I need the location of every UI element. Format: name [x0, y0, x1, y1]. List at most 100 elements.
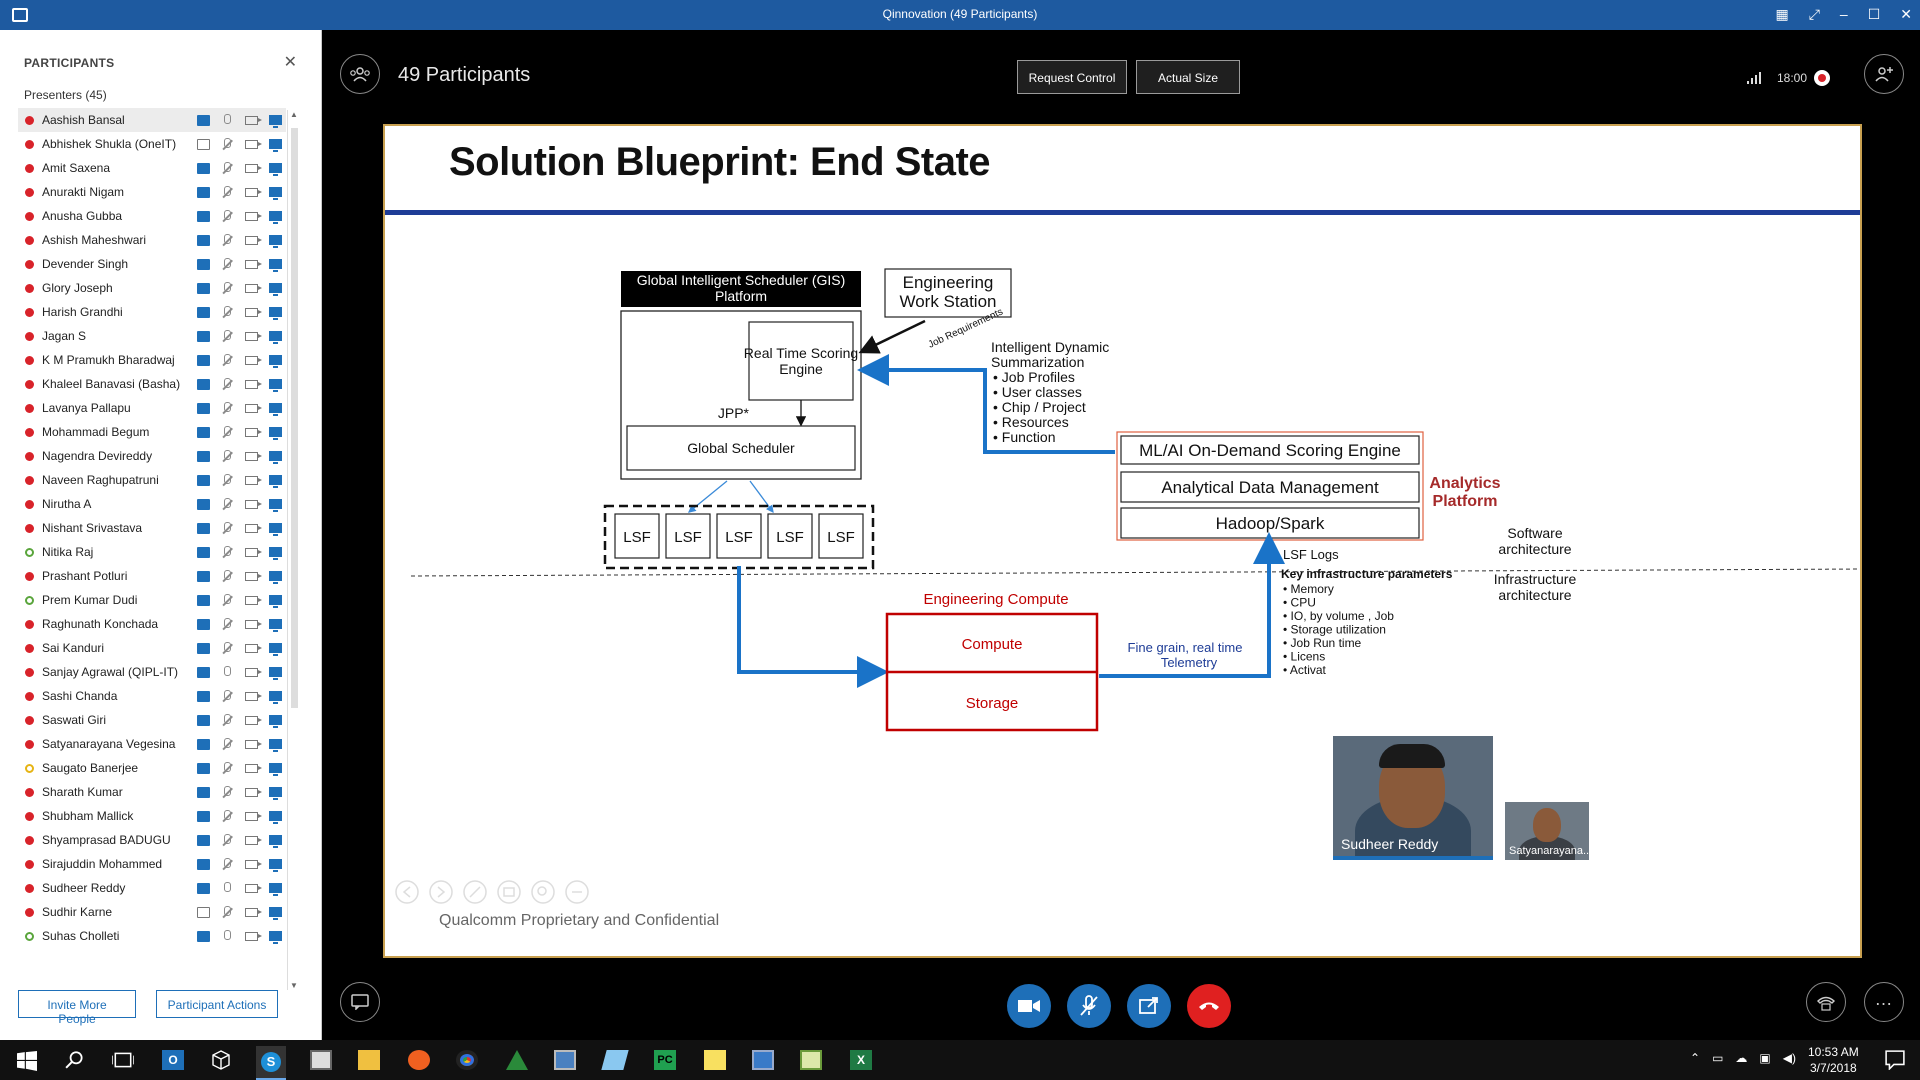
participant-row[interactable]: Aashish Bansal: [18, 108, 286, 132]
video-camera-icon[interactable]: [240, 545, 262, 559]
participant-row[interactable]: Mohammadi Begum: [18, 420, 286, 444]
microphone-icon[interactable]: [216, 161, 238, 175]
main-video-tile[interactable]: Sudheer Reddy: [1333, 736, 1493, 858]
screen-share-icon[interactable]: [264, 161, 286, 176]
participant-row[interactable]: Nagendra Devireddy: [18, 444, 286, 468]
microphone-icon[interactable]: [216, 785, 238, 799]
excel-icon[interactable]: X: [850, 1050, 872, 1070]
video-camera-icon[interactable]: [240, 593, 262, 607]
microphone-icon[interactable]: [216, 521, 238, 535]
request-control-button[interactable]: Request Control: [1017, 60, 1127, 94]
microphone-icon[interactable]: [216, 713, 238, 727]
video-camera-icon[interactable]: [240, 785, 262, 799]
chat-icon[interactable]: [192, 809, 214, 823]
more-options-icon[interactable]: …: [1864, 982, 1904, 1022]
screen-share-icon[interactable]: [264, 257, 286, 272]
volume-icon[interactable]: ◀): [1783, 1051, 1796, 1065]
microphone-icon[interactable]: [216, 329, 238, 343]
chat-icon[interactable]: [192, 665, 214, 679]
notepad-icon[interactable]: [800, 1050, 822, 1070]
app-orange-icon[interactable]: [408, 1050, 430, 1070]
fullscreen-icon[interactable]: ⤢: [1809, 6, 1820, 23]
participant-row[interactable]: Anusha Gubba: [18, 204, 286, 228]
chat-icon[interactable]: [192, 161, 214, 175]
video-camera-icon[interactable]: [240, 833, 262, 847]
participant-row[interactable]: Harish Grandhi: [18, 300, 286, 324]
network-icon[interactable]: ▣: [1759, 1051, 1770, 1065]
battery-icon[interactable]: ▭: [1712, 1051, 1723, 1065]
video-camera-icon[interactable]: [240, 113, 262, 127]
participant-row[interactable]: Glory Joseph: [18, 276, 286, 300]
participant-row[interactable]: Lavanya Pallapu: [18, 396, 286, 420]
skype-taskbar-item[interactable]: S: [256, 1046, 286, 1080]
video-camera-icon[interactable]: [240, 569, 262, 583]
call-controls-icon[interactable]: [1806, 982, 1846, 1022]
video-toggle-button[interactable]: [1007, 984, 1051, 1028]
chat-icon[interactable]: [192, 785, 214, 799]
participant-row[interactable]: Abhishek Shukla (OneIT): [18, 132, 286, 156]
chrome-icon[interactable]: [456, 1050, 478, 1070]
participant-row[interactable]: Devender Singh: [18, 252, 286, 276]
terminal-icon[interactable]: [310, 1050, 332, 1070]
microphone-icon[interactable]: [216, 737, 238, 751]
microphone-icon[interactable]: [216, 377, 238, 391]
participant-row[interactable]: Prem Kumar Dudi: [18, 588, 286, 612]
video-camera-icon[interactable]: [240, 209, 262, 223]
screen-share-icon[interactable]: [264, 617, 286, 632]
video-camera-icon[interactable]: [240, 617, 262, 631]
chat-icon[interactable]: [192, 689, 214, 703]
scrollbar-thumb[interactable]: [291, 128, 298, 708]
chat-icon[interactable]: [192, 929, 214, 943]
chat-icon[interactable]: [192, 857, 214, 871]
participant-row[interactable]: Nirutha A: [18, 492, 286, 516]
video-camera-icon[interactable]: [240, 497, 262, 511]
screen-share-icon[interactable]: [264, 329, 286, 344]
participant-list-scrollbar[interactable]: ▲ ▼: [287, 110, 300, 990]
chat-icon[interactable]: [192, 233, 214, 247]
participants-icon[interactable]: [340, 54, 380, 94]
notes-app-icon[interactable]: [601, 1050, 629, 1070]
task-view-icon[interactable]: [112, 1050, 134, 1070]
microphone-icon[interactable]: [216, 689, 238, 703]
chat-icon[interactable]: [192, 401, 214, 415]
screen-share-icon[interactable]: [264, 281, 286, 296]
participant-row[interactable]: Sanjay Agrawal (QIPL-IT): [18, 660, 286, 684]
microphone-icon[interactable]: [216, 449, 238, 463]
chat-icon[interactable]: [192, 641, 214, 655]
video-camera-icon[interactable]: [240, 665, 262, 679]
microphone-icon[interactable]: [216, 593, 238, 607]
pycharm-icon[interactable]: PC: [654, 1050, 676, 1070]
participant-row[interactable]: Suhas Cholleti: [18, 924, 286, 948]
video-camera-icon[interactable]: [240, 281, 262, 295]
chat-icon[interactable]: [192, 617, 214, 631]
participant-row[interactable]: Satyanarayana Vegesina: [18, 732, 286, 756]
participant-row[interactable]: Prashant Potluri: [18, 564, 286, 588]
microphone-icon[interactable]: [216, 137, 238, 151]
chat-icon[interactable]: [192, 281, 214, 295]
chevron-up-icon[interactable]: ⌃: [1690, 1051, 1700, 1065]
chat-icon[interactable]: [192, 881, 214, 895]
chat-icon[interactable]: [192, 737, 214, 751]
chat-icon[interactable]: [192, 473, 214, 487]
video-camera-icon[interactable]: [240, 713, 262, 727]
video-camera-icon[interactable]: [240, 905, 262, 919]
participant-row[interactable]: Raghunath Konchada: [18, 612, 286, 636]
participant-row[interactable]: Naveen Raghupatruni: [18, 468, 286, 492]
actual-size-button[interactable]: Actual Size: [1136, 60, 1240, 94]
chat-icon[interactable]: [192, 137, 214, 151]
microphone-icon[interactable]: [216, 617, 238, 631]
microphone-icon[interactable]: [216, 473, 238, 487]
outlook-window-icon[interactable]: [752, 1050, 774, 1070]
video-camera-icon[interactable]: [240, 353, 262, 367]
recording-icon[interactable]: [1814, 70, 1830, 86]
onedrive-icon[interactable]: ☁: [1735, 1051, 1747, 1065]
window-app-icon[interactable]: [554, 1050, 576, 1070]
notifications-icon[interactable]: [1884, 1050, 1906, 1070]
mute-button[interactable]: [1067, 984, 1111, 1028]
participant-row[interactable]: Ashish Maheshwari: [18, 228, 286, 252]
screen-share-icon[interactable]: [264, 353, 286, 368]
folder-icon[interactable]: [358, 1050, 380, 1070]
chat-icon[interactable]: [192, 905, 214, 919]
microphone-icon[interactable]: [216, 401, 238, 415]
screen-share-icon[interactable]: [264, 737, 286, 752]
